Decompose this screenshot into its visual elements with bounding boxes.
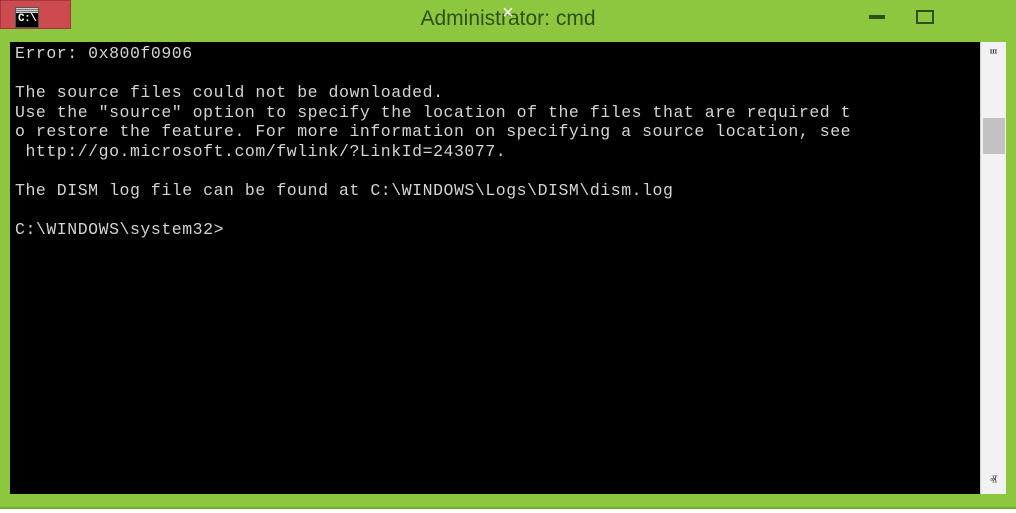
console-output-area[interactable]: Error: 0x800f0906 The source files could…: [10, 42, 1006, 494]
console-line: Use the "source" option to specify the l…: [15, 102, 852, 122]
console-line: The DISM log file can be found at C:\WIN…: [15, 181, 674, 201]
console-line: Error: 0x800f0906: [15, 44, 193, 63]
close-button[interactable]: ×: [0, 0, 514, 29]
console-line: o restore the feature. For more informat…: [15, 122, 852, 142]
close-icon: ×: [502, 2, 514, 24]
scrollbar-thumb[interactable]: [983, 118, 1005, 154]
console-scrollbar[interactable]: ⱎ ⱏ: [980, 42, 1006, 494]
console-window: C:\. Administrator: cmd × Error: 0x800f0…: [0, 0, 1016, 509]
scroll-up-arrow-icon[interactable]: ⱎ: [981, 42, 1006, 68]
scroll-down-arrow-icon[interactable]: ⱏ: [981, 468, 1006, 494]
console-line: The source files could not be downloaded…: [15, 83, 444, 103]
scrollbar-track[interactable]: [981, 68, 1006, 468]
window-bottom-shadow: [0, 507, 1016, 509]
console-line: http://go.microsoft.com/fwlink/?LinkId=2…: [15, 141, 507, 161]
console-line: C:\WINDOWS\system32>: [15, 220, 225, 240]
console-text: Error: 0x800f0906 The source files could…: [15, 44, 980, 240]
title-bar[interactable]: C:\. Administrator: cmd ×: [0, 0, 1016, 38]
